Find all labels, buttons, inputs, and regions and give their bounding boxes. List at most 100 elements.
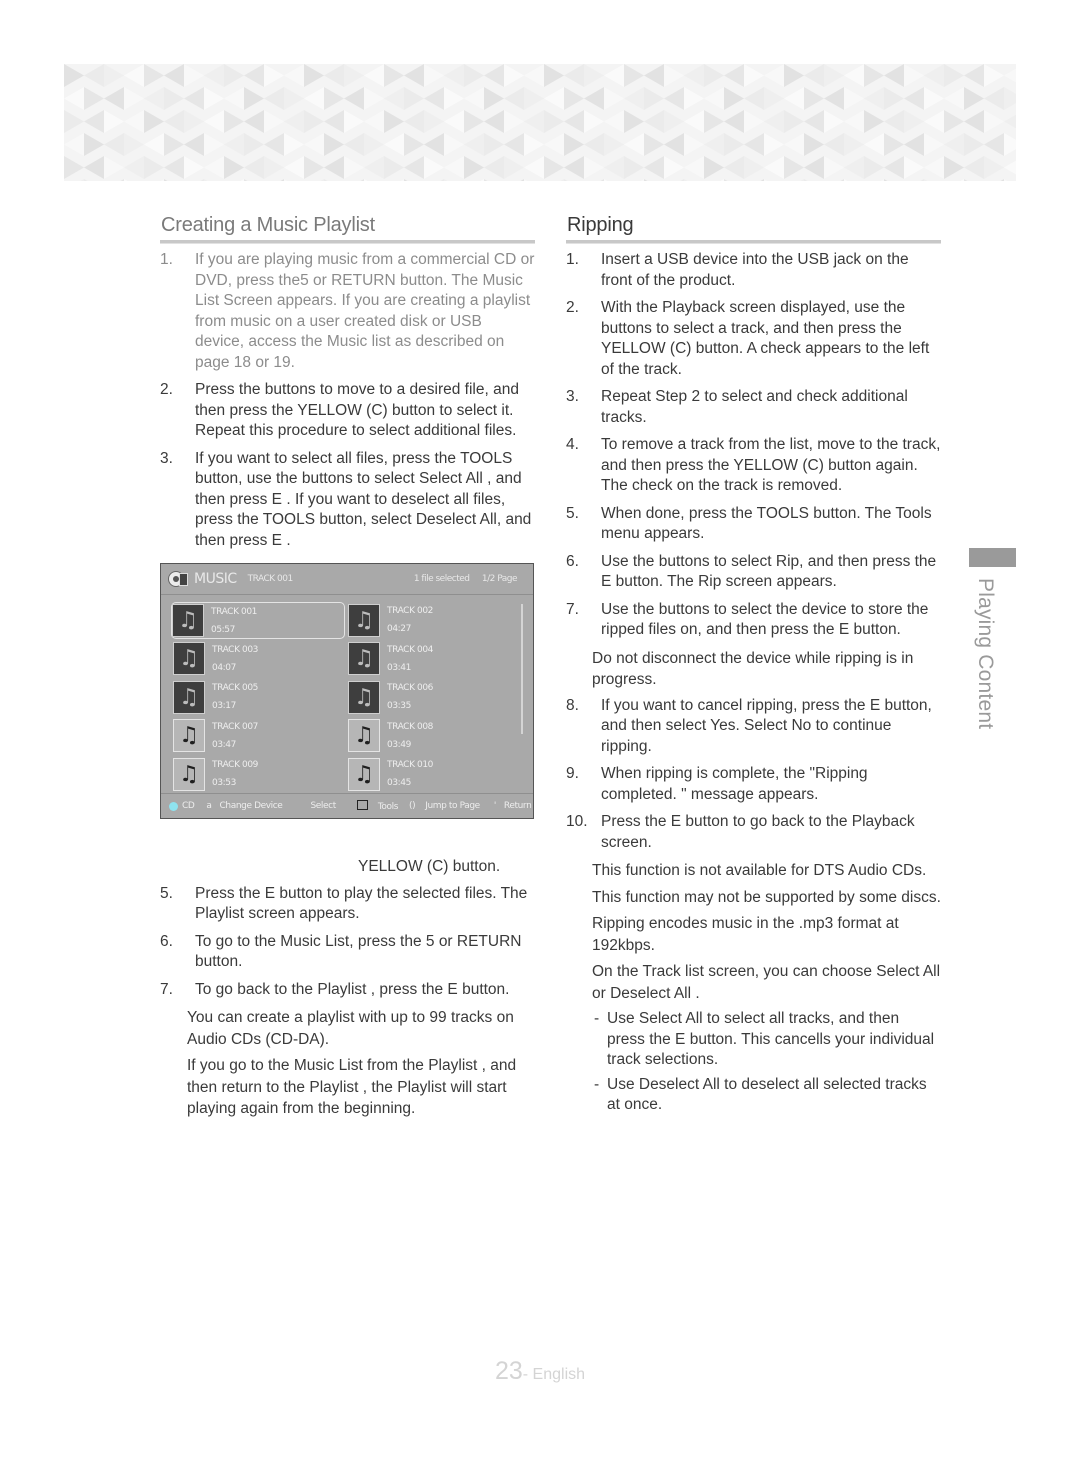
step-item: 4. To remove a track from the list, move …: [566, 435, 941, 497]
pattern-facet: [344, 64, 364, 87]
music-note-icon: ♫: [348, 719, 380, 752]
pattern-facet: [644, 64, 664, 87]
track-item[interactable]: ♫ TRACK 002 04:27: [348, 602, 524, 638]
pattern-facet: [884, 110, 904, 133]
pattern-facet: [204, 156, 224, 179]
track-duration: 04:27: [387, 624, 411, 634]
track-item[interactable]: ♫ TRACK 004 03:41: [348, 641, 524, 677]
change-device-hint[interactable]: Change Device: [220, 801, 283, 811]
select-hint[interactable]: Select: [310, 801, 336, 811]
pattern-facet: [504, 110, 524, 133]
music-note-icon: ♫: [348, 757, 380, 791]
pattern-facet: [444, 64, 464, 87]
pattern-facet: [64, 133, 84, 156]
pattern-facet: [324, 110, 344, 133]
step-item: 3. Repeat Step 2 to select and check addi…: [566, 387, 941, 428]
pattern-facet: [424, 156, 444, 179]
pattern-facet: [744, 64, 764, 87]
pattern-facet: [804, 64, 824, 87]
pattern-facet: [104, 87, 124, 110]
track-item[interactable]: ♫ TRACK 003 04:07: [173, 641, 349, 677]
pattern-facet: [764, 156, 784, 179]
pattern-facet: [264, 110, 284, 133]
step-number: 9.: [566, 765, 579, 782]
pattern-facet: [144, 133, 164, 156]
step-number: 1.: [566, 251, 579, 268]
pattern-facet: [624, 133, 644, 156]
pattern-facet: [464, 156, 484, 179]
scrollbar[interactable]: [521, 604, 523, 734]
pattern-facet: [444, 87, 464, 110]
pattern-facet: [524, 64, 544, 87]
pattern-facet: [304, 87, 324, 110]
pattern-facet: [884, 156, 904, 179]
pattern-facet: [404, 110, 424, 133]
step-item: 2. With the Playback screen displayed, us…: [566, 298, 941, 380]
pattern-facet: [304, 110, 324, 133]
pattern-facet: [224, 64, 244, 87]
pattern-facet: [284, 179, 288, 181]
track-item[interactable]: ♫ TRACK 010 03:45: [348, 756, 524, 792]
note-text: On the Track list screen, you can choose…: [592, 963, 941, 1002]
step-number: 4.: [566, 436, 579, 453]
pattern-facet: [304, 133, 324, 156]
pattern-facet: [464, 64, 484, 87]
pattern-facet: [604, 87, 624, 110]
pattern-facet: [864, 156, 884, 179]
pattern-facet: [984, 87, 1004, 110]
pattern-facet: [484, 64, 504, 87]
pattern-facet: [964, 156, 984, 179]
section-music-playlist: Creating a Music Playlist 1. If you are …: [160, 214, 535, 1125]
pattern-facet: [784, 87, 804, 110]
track-item[interactable]: ♫ TRACK 009 03:53: [173, 756, 349, 792]
pattern-facet: [284, 87, 304, 110]
pattern-facet: [204, 64, 224, 87]
track-item[interactable]: ♫ TRACK 007 03:47: [173, 718, 349, 754]
tools-hint[interactable]: Tools: [378, 802, 399, 812]
step-number: 10.: [566, 813, 588, 830]
pattern-facet: [104, 133, 124, 156]
pattern-facet: [604, 133, 624, 156]
pattern-facet: [664, 64, 684, 87]
track-item[interactable]: ♫ TRACK 001 05:57: [171, 602, 345, 639]
pattern-facet: [404, 133, 424, 156]
track-name: TRACK 008: [387, 721, 434, 732]
sub-note-text: Use Select All to select all tracks, and…: [607, 1010, 935, 1068]
step-number: 6.: [160, 932, 173, 950]
jump-page-hint[interactable]: Jump to Page: [425, 801, 480, 811]
pattern-facet: [824, 64, 844, 87]
pattern-facet: [364, 64, 384, 87]
a-key-label: a: [206, 801, 212, 811]
music-note-icon: ♫: [348, 680, 380, 714]
pattern-facet: [600, 179, 604, 181]
track-duration: 03:45: [387, 778, 411, 788]
pattern-facet: [144, 64, 164, 87]
pattern-facet: [384, 64, 404, 87]
pattern-facet: [324, 87, 344, 110]
pattern-facet: [704, 156, 724, 179]
pattern-facet: [724, 133, 744, 156]
pattern-facet: [440, 179, 444, 181]
step-number: 7.: [160, 980, 173, 998]
pattern-facet: [364, 179, 368, 181]
step-item: 8. If you want to cancel ripping, press t…: [566, 696, 941, 758]
pattern-facet: [124, 156, 144, 179]
pattern-facet: [444, 179, 448, 181]
step-item: 10. Press the E button to go back to the …: [566, 812, 941, 853]
return-hint[interactable]: Return: [504, 801, 532, 811]
step-number: 3.: [160, 449, 173, 467]
step-text: Press the buttons to move to a desired f…: [195, 381, 519, 439]
pattern-facet: [924, 110, 944, 133]
pattern-facet: [884, 87, 904, 110]
track-item[interactable]: ♫ TRACK 006 03:35: [348, 679, 524, 715]
pattern-facet: [664, 156, 684, 179]
track-name: TRACK 004: [387, 644, 434, 655]
track-item[interactable]: ♫ TRACK 008 03:49: [348, 718, 524, 754]
track-name: TRACK 006: [387, 683, 434, 693]
step-number: 8.: [566, 696, 579, 714]
track-duration: 03:49: [387, 739, 411, 750]
pattern-facet: [84, 110, 104, 133]
track-item[interactable]: ♫ TRACK 005 03:17: [173, 679, 349, 715]
step-item: 7. To go back to the Playlist , press th…: [160, 980, 535, 1001]
pattern-facet: [1000, 179, 1004, 181]
